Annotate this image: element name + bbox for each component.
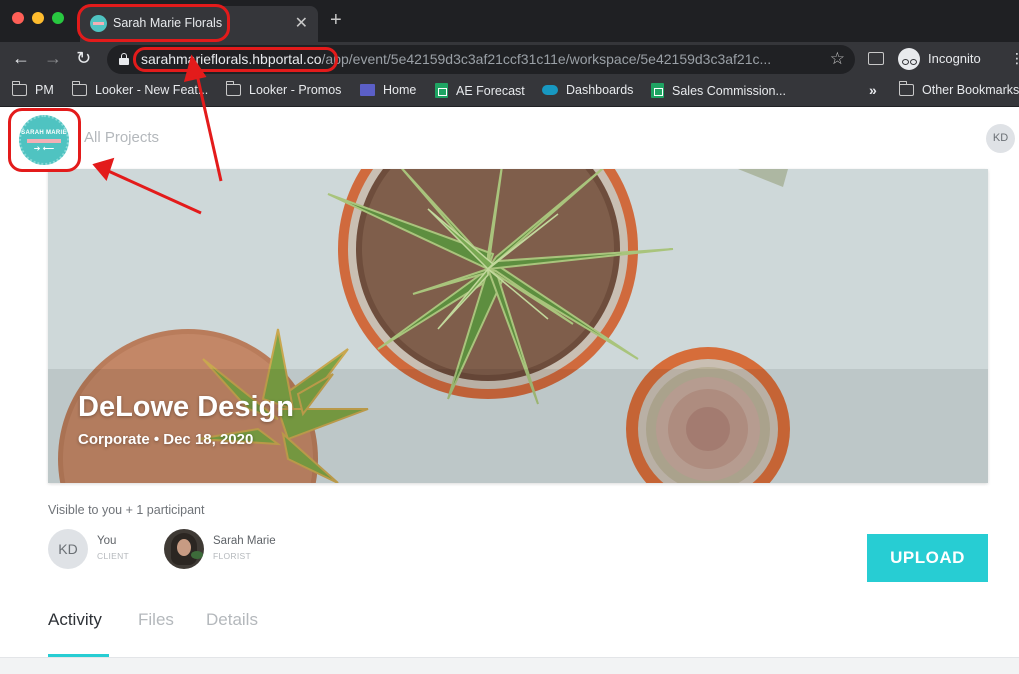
folder-icon: [11, 81, 27, 96]
tab-details[interactable]: Details: [206, 610, 258, 630]
user-avatar[interactable]: KD: [986, 124, 1015, 153]
bookmark-pm[interactable]: PM: [11, 81, 54, 97]
avatar: KD: [48, 529, 88, 569]
participant-name: You: [97, 535, 117, 547]
participant-role: CLIENT: [97, 551, 130, 561]
bookmark-home[interactable]: Home: [360, 83, 416, 97]
new-tab-icon[interactable]: +: [330, 10, 342, 30]
project-hero: DeLowe Design Corporate • Dec 18, 2020: [48, 169, 988, 483]
bookmark-star-icon[interactable]: ☆: [830, 49, 845, 69]
minimize-window-button[interactable]: [32, 12, 44, 24]
bookmark-ae-forecast[interactable]: AE Forecast: [435, 83, 525, 98]
bookmark-other-bookmarks[interactable]: Other Bookmarks: [898, 81, 1019, 97]
url-path: /app/event/5e42159d3c3af21ccf31c11e/work…: [321, 51, 772, 67]
forward-arrow-icon[interactable]: →: [44, 48, 62, 68]
all-projects-link[interactable]: All Projects: [84, 129, 159, 146]
folder-icon: [898, 81, 914, 96]
calendar-icon: [360, 84, 375, 96]
visibility-text[interactable]: Visible to you + 1 participant: [48, 503, 204, 517]
lock-icon[interactable]: [119, 53, 129, 65]
participant-role: FLORIST: [213, 551, 251, 561]
project-subtitle: Corporate • Dec 18, 2020: [78, 431, 254, 448]
content-divider: [0, 657, 1019, 674]
close-window-button[interactable]: [12, 12, 24, 24]
sheets-icon: [651, 83, 664, 98]
tab-files[interactable]: Files: [138, 610, 174, 630]
incognito-label[interactable]: Incognito: [928, 51, 981, 66]
back-arrow-icon[interactable]: ←: [12, 48, 30, 68]
bookmark-dashboards[interactable]: Dashboards: [542, 83, 633, 97]
folder-icon: [71, 81, 87, 96]
incognito-icon[interactable]: [898, 48, 920, 70]
tab-activity[interactable]: Activity: [48, 610, 102, 630]
reload-icon[interactable]: ↻: [76, 48, 91, 68]
participant-name: Sarah Marie: [213, 535, 276, 547]
bookmark-label: Looker - New Feat...: [95, 83, 209, 97]
maximize-window-button[interactable]: [52, 12, 64, 24]
annotation-highlight-url: [133, 47, 338, 72]
folder-icon: [225, 81, 241, 96]
bookmarks-bar: PM Looker - New Feat... Looker - Promos …: [0, 76, 1019, 107]
bookmark-label: AE Forecast: [456, 83, 525, 98]
bookmark-label: Looker - Promos: [249, 83, 342, 97]
bookmarks-overflow-icon[interactable]: »: [869, 82, 877, 98]
bookmark-label: Dashboards: [566, 83, 634, 97]
project-title: DeLowe Design: [78, 391, 294, 423]
annotation-highlight-tab: [77, 4, 230, 42]
bookmark-label: Other Bookmarks: [922, 83, 1019, 97]
bookmark-label: Home: [383, 83, 417, 97]
bookmark-label: PM: [35, 83, 54, 97]
avatar: [164, 529, 204, 569]
tab-close-icon[interactable]: ✕: [295, 13, 308, 33]
annotation-highlight-logo: [8, 108, 81, 172]
bookmark-looker-promos[interactable]: Looker - Promos: [225, 81, 342, 97]
bookmark-looker-new-features[interactable]: Looker - New Feat...: [71, 81, 209, 97]
upload-button[interactable]: UPLOAD: [867, 534, 988, 582]
more-menu-icon[interactable]: ⋮: [1010, 50, 1019, 67]
cast-icon[interactable]: [868, 52, 884, 65]
salesforce-cloud-icon: [542, 85, 558, 95]
bookmark-sales-commission[interactable]: Sales Commission...: [651, 83, 786, 98]
bookmark-label: Sales Commission...: [672, 83, 786, 98]
sheets-icon: [435, 83, 448, 98]
app-header: SARAH MARIE ➔ ⟵ All Projects KD: [0, 107, 1019, 169]
